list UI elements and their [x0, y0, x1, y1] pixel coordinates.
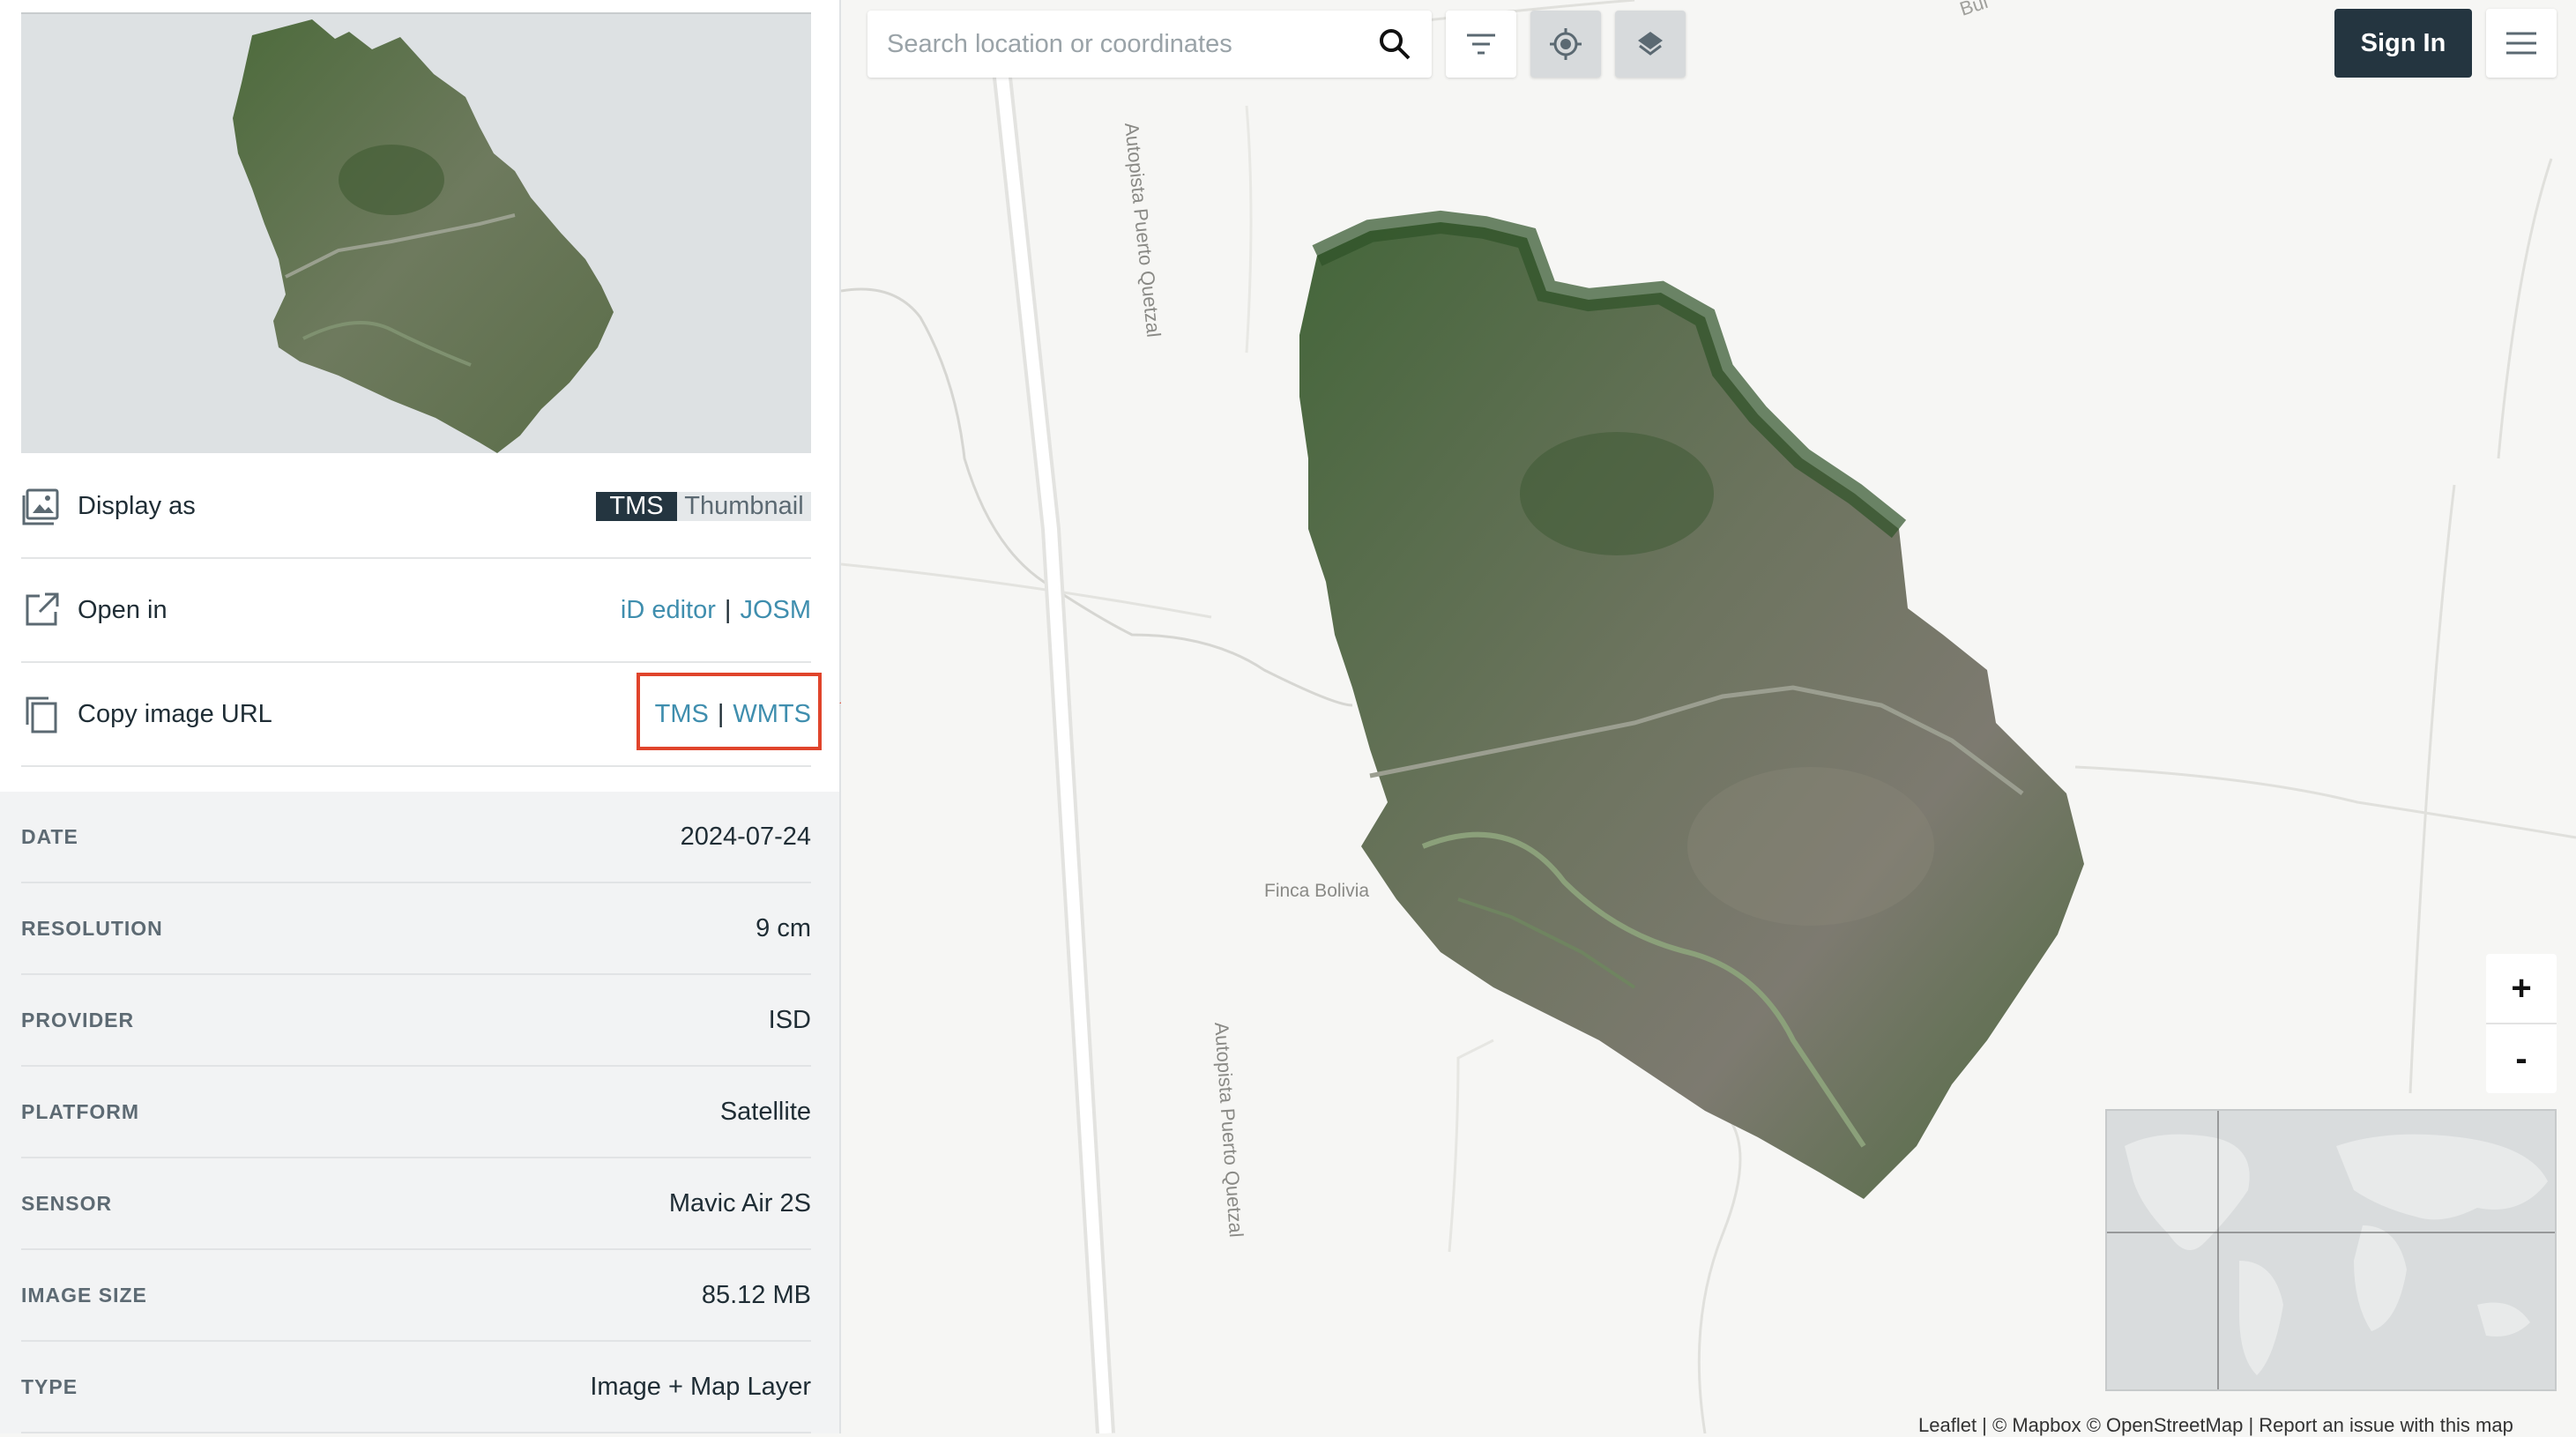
metadata-key: PLATFORM — [21, 1099, 140, 1123]
image-icon — [21, 486, 62, 526]
metadata-key: RESOLUTION — [21, 916, 163, 940]
display-as-row: Display as TMS Thumbnail — [21, 455, 811, 559]
metadata-row: SENSOR Mavic Air 2S — [21, 1158, 811, 1250]
metadata-key: TYPE — [21, 1374, 78, 1398]
metadata-key: SENSOR — [21, 1191, 113, 1215]
imagery-thumbnail — [21, 12, 811, 453]
metadata-row: PROVIDER ISD — [21, 975, 811, 1067]
metadata-value: 85.12 MB — [701, 1280, 811, 1309]
metadata-value: Mavic Air 2S — [668, 1188, 811, 1217]
filter-button[interactable] — [1446, 11, 1516, 78]
open-in-label: Open in — [78, 595, 168, 624]
metadata-value: Image + Map Layer — [590, 1372, 811, 1401]
zoom-out-button[interactable]: - — [2486, 1024, 2557, 1093]
open-external-icon — [21, 590, 62, 630]
open-in-row: Open in iD editor | JOSM — [21, 559, 811, 663]
map-label-road: Bul — [1957, 0, 1991, 20]
divider — [21, 12, 811, 14]
layers-button[interactable] — [1615, 11, 1686, 78]
copy-url-label: Copy image URL — [78, 699, 272, 728]
metadata-key: IMAGE SIZE — [21, 1283, 147, 1307]
metadata-value: ISD — [768, 1005, 811, 1034]
search-input[interactable] — [885, 28, 1347, 60]
metadata-value: 9 cm — [756, 913, 811, 942]
separator: | — [724, 595, 732, 624]
metadata-value: Satellite — [719, 1097, 811, 1126]
open-in-links: iD editor | JOSM — [621, 596, 811, 625]
locate-button[interactable] — [1530, 11, 1601, 78]
metadata-value: 2024-07-24 — [680, 822, 811, 851]
metadata-row: IMAGE SIZE 85.12 MB — [21, 1250, 811, 1342]
metadata-row: TYPE Image + Map Layer — [21, 1342, 811, 1433]
display-tms-button[interactable]: TMS — [596, 491, 677, 521]
sign-in-button[interactable]: Sign In — [2334, 9, 2472, 78]
metadata-row: PLATFORM Satellite — [21, 1067, 811, 1158]
menu-button[interactable] — [2486, 9, 2557, 78]
highlight-annotation-box — [637, 673, 822, 750]
metadata-row: RESOLUTION 9 cm — [21, 883, 811, 975]
overview-minimap[interactable] — [2105, 1109, 2557, 1391]
metadata-key: PROVIDER — [21, 1008, 135, 1031]
map-label-road: Autopista Puerto Quetzal — [1120, 122, 1165, 339]
map-label-place: Finca Bolivia — [1264, 881, 1369, 901]
display-as-label: Display as — [78, 491, 196, 520]
metadata-row: DATE 2024-07-24 — [21, 792, 811, 883]
filter-icon — [1465, 32, 1497, 56]
map-attribution[interactable]: Leaflet | © Mapbox © OpenStreetMap | Rep… — [1918, 1414, 2513, 1437]
search-icon[interactable] — [1377, 26, 1412, 62]
locate-icon — [1548, 26, 1583, 62]
map-label-road: Autopista Puerto Quetzal — [1210, 1022, 1247, 1239]
metadata-table: DATE 2024-07-24 RESOLUTION 9 cm PROVIDER… — [0, 792, 839, 1433]
search-bar — [867, 11, 1432, 78]
display-mode-toggle: TMS Thumbnail — [596, 479, 811, 533]
zoom-in-button[interactable]: + — [2486, 954, 2557, 1024]
display-thumbnail-button[interactable]: Thumbnail — [677, 491, 811, 521]
metadata-key: DATE — [21, 824, 78, 848]
open-josm-link[interactable]: JOSM — [740, 596, 811, 625]
open-id-editor-link[interactable]: iD editor — [621, 596, 716, 625]
copy-icon — [21, 694, 62, 734]
menu-icon — [2505, 30, 2538, 56]
layers-icon — [1634, 28, 1666, 60]
